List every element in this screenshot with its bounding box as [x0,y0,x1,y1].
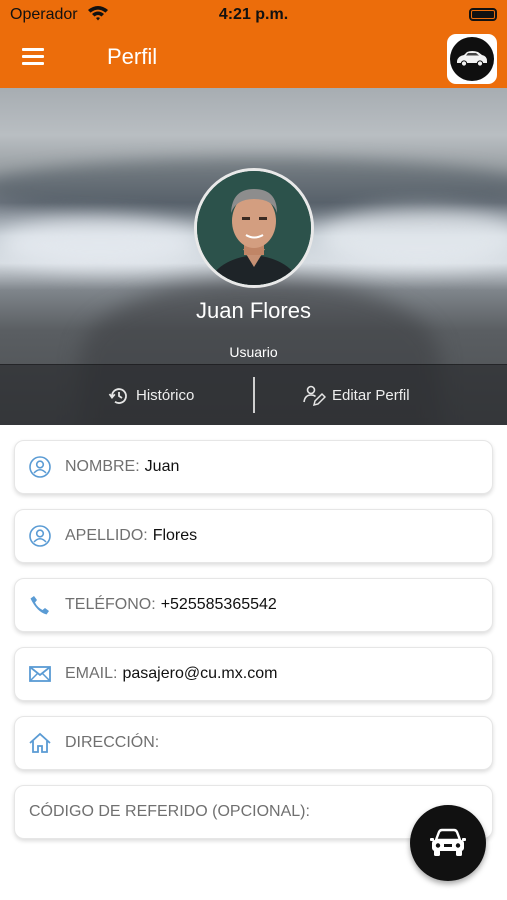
email-label: EMAIL: [65,665,118,682]
action-divider [253,377,255,413]
edit-profile-label: Editar Perfil [332,387,410,404]
home-icon [27,730,53,756]
edit-profile-icon [303,385,326,406]
history-button[interactable]: Histórico [108,365,194,425]
email-field[interactable]: EMAIL: pasajero@cu.mx.com [14,647,493,701]
battery-icon [469,8,497,21]
edit-profile-button[interactable]: Editar Perfil [302,365,410,425]
lastname-label: APELLIDO: [65,527,148,544]
history-label: Histórico [136,387,195,404]
email-value: pasajero@cu.mx.com [122,665,278,682]
mail-icon [27,661,53,687]
name-field[interactable]: NOMBRE: Juan [14,440,493,494]
name-label: NOMBRE: [65,458,140,475]
request-ride-button[interactable] [410,805,486,881]
lastname-field[interactable]: APELLIDO: Flores [14,509,493,563]
referral-code-label: CÓDIGO DE REFERIDO (OPCIONAL): [29,803,310,820]
status-bar: Operador 4:21 p.m. [0,0,507,30]
lastname-value: Flores [152,527,198,544]
profile-header: Juan Flores Usuario Histórico Editar Per… [0,88,507,425]
nav-bar: Perfil [0,30,507,88]
user-icon [27,454,53,480]
phone-icon [27,592,53,618]
user-name: Juan Flores [196,298,311,323]
hamburger-menu-icon[interactable] [22,46,46,66]
car-icon [450,37,494,81]
app-logo [447,34,497,84]
phone-label: TELÉFONO: [65,596,156,613]
avatar[interactable] [194,168,314,288]
name-value: Juan [144,458,180,475]
history-icon [108,387,127,404]
phone-value: +525585365542 [160,596,277,613]
status-time: 4:21 p.m. [218,6,289,23]
car-icon [430,828,466,856]
phone-field[interactable]: TELÉFONO: +525585365542 [14,578,493,632]
page-title: Perfil [107,44,158,69]
user-icon [27,523,53,549]
address-label: DIRECCIÓN: [65,734,160,751]
user-role: Usuario [229,344,278,360]
address-field[interactable]: DIRECCIÓN: [14,716,493,770]
profile-action-bar: Histórico Editar Perfil [0,364,507,425]
